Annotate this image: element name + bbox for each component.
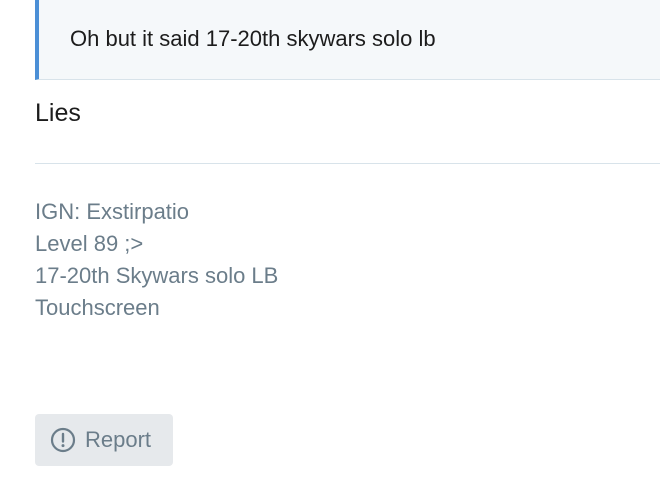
forum-post: Oh but it said 17-20th skywars solo lb L…: [0, 0, 660, 492]
quote-text: Oh but it said 17-20th skywars solo lb: [70, 26, 436, 51]
signature-line-level: Level 89 ;>: [35, 231, 144, 256]
signature-line-leaderboard: 17-20th Skywars solo LB: [35, 263, 279, 288]
report-button[interactable]: Report: [35, 414, 173, 466]
report-label: Report: [85, 427, 152, 452]
signature: IGN: Exstirpatio Level 89 ;> 17-20th Sky…: [35, 196, 278, 324]
signature-line-device: Touchscreen: [35, 295, 160, 320]
alert-circle-icon: [50, 427, 76, 453]
signature-divider: [35, 163, 660, 164]
quote-block: Oh but it said 17-20th skywars solo lb: [35, 0, 660, 80]
signature-line-ign: IGN: Exstirpatio: [35, 199, 190, 224]
message-body: Lies: [35, 99, 81, 127]
